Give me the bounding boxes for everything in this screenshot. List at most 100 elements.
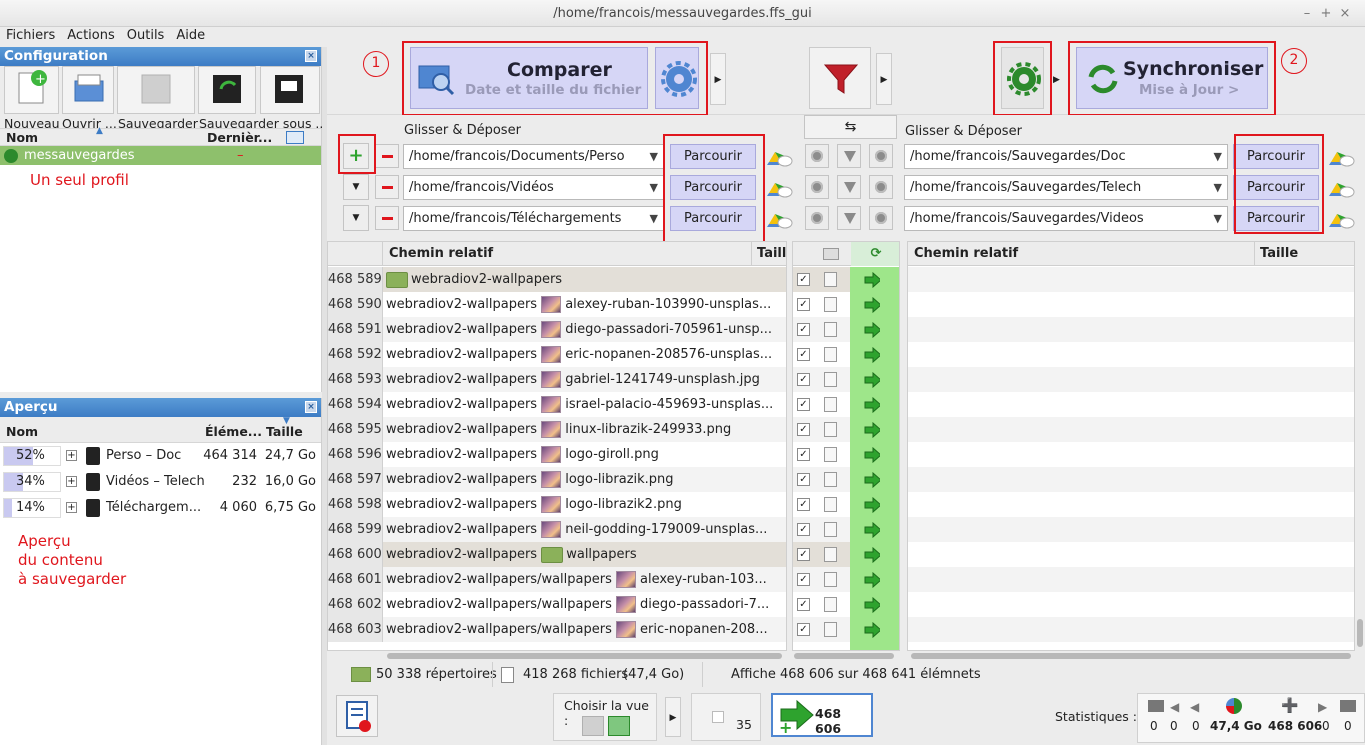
chevron-down-icon[interactable]: ▼	[650, 176, 658, 199]
include-checkbox[interactable]: ✓	[797, 573, 810, 586]
config-close-icon[interactable]: ×	[305, 50, 317, 62]
sync-settings-button[interactable]	[1001, 47, 1044, 109]
swap-sides-button[interactable]: ⇆	[804, 115, 897, 139]
pair-menu-button[interactable]: ▼	[343, 205, 369, 231]
include-checkbox[interactable]: ✓	[797, 498, 810, 511]
table-row[interactable]: 468 595 webradiov2-wallpapers linux-libra…	[328, 417, 786, 442]
sync-action-cell[interactable]	[850, 267, 899, 292]
log-button[interactable]	[336, 695, 378, 737]
open-config-button[interactable]	[62, 66, 114, 114]
table-row[interactable]: 468 594 webradiov2-wallpapers israel-pala…	[328, 392, 786, 417]
filter-button[interactable]	[809, 47, 871, 109]
pair-filter-icon[interactable]	[837, 144, 861, 168]
table-row[interactable]: 468 592 webradiov2-wallpapers eric-nopane…	[328, 342, 786, 367]
filter-dropdown-button[interactable]: ▶	[876, 53, 892, 105]
include-checkbox[interactable]: ✓	[797, 323, 810, 336]
table-row[interactable]: 468 590 webradiov2-wallpapers alexey-ruba…	[328, 292, 786, 317]
compare-dropdown-button[interactable]: ▶	[710, 53, 726, 105]
right-cloud-drive-icon[interactable]	[1325, 177, 1355, 199]
save-config-button[interactable]	[117, 66, 195, 114]
sync-action-cell[interactable]	[850, 317, 899, 342]
right-path-input[interactable]: /home/francois/Sauvegardes/Telech ▼	[904, 175, 1228, 200]
right-col-relpath[interactable]: Chemin relatif	[914, 242, 1018, 266]
remove-pair-button[interactable]	[375, 144, 399, 168]
include-checkbox[interactable]: ✓	[797, 523, 810, 536]
view-compare-icon[interactable]	[582, 716, 604, 736]
menu-aide[interactable]: Aide	[170, 28, 211, 44]
table-row[interactable]: 468 591 webradiov2-wallpapers diego-passa…	[328, 317, 786, 342]
table-row[interactable]: 468 589 webradiov2-wallpapers	[328, 267, 786, 292]
sync-action-cell[interactable]	[850, 392, 899, 417]
right-cloud-drive-icon[interactable]	[1325, 146, 1355, 168]
sync-action-cell[interactable]	[850, 342, 899, 367]
include-checkbox[interactable]: ✓	[797, 398, 810, 411]
table-row-empty[interactable]	[908, 392, 1354, 417]
table-row-empty[interactable]	[908, 592, 1354, 617]
left-cloud-drive-icon[interactable]	[763, 177, 793, 199]
right-path-input[interactable]: /home/francois/Sauvegardes/Doc ▼	[904, 144, 1228, 169]
include-checkbox[interactable]: ✓	[797, 598, 810, 611]
chevron-down-icon[interactable]: ▼	[1214, 176, 1222, 199]
table-row-empty[interactable]	[908, 467, 1354, 492]
sync-action-cell[interactable]	[850, 592, 899, 617]
sync-action-cell[interactable]	[850, 367, 899, 392]
expand-icon[interactable]: +	[66, 450, 77, 461]
sync-action-cell[interactable]	[850, 292, 899, 317]
table-row[interactable]: 468 598 webradiov2-wallpapers logo-libraz…	[328, 492, 786, 517]
include-checkbox[interactable]: ✓	[797, 273, 810, 286]
view-sync-icon[interactable]	[608, 716, 630, 736]
pair-menu-button[interactable]: ▼	[343, 174, 369, 200]
view-dropdown-button[interactable]: ▶	[665, 697, 681, 737]
table-row-empty[interactable]	[908, 542, 1354, 567]
column-options-icon[interactable]	[286, 131, 304, 144]
new-config-button[interactable]: +	[4, 66, 59, 114]
table-row[interactable]: 468 593 webradiov2-wallpapers gabriel-124…	[328, 367, 786, 392]
left-hscroll-thumb[interactable]	[387, 653, 782, 659]
remove-pair-button[interactable]	[375, 206, 399, 230]
table-row-empty[interactable]	[908, 442, 1354, 467]
left-cloud-drive-icon[interactable]	[763, 208, 793, 230]
overview-row[interactable]: 52% + Perso – Doc 464 314 24,7 Go	[0, 443, 321, 469]
chevron-down-icon[interactable]: ▼	[650, 145, 658, 168]
col-name[interactable]: Nom	[6, 129, 38, 146]
pair-compare-settings-icon[interactable]	[805, 206, 829, 230]
table-row-empty[interactable]	[908, 367, 1354, 392]
include-checkbox[interactable]: ✓	[797, 348, 810, 361]
sync-action-cell[interactable]	[850, 492, 899, 517]
right-cloud-drive-icon[interactable]	[1325, 208, 1355, 230]
remove-pair-button[interactable]	[375, 175, 399, 199]
table-row[interactable]: 468 597 webradiov2-wallpapers logo-libraz…	[328, 467, 786, 492]
pair-sync-settings-icon[interactable]	[869, 175, 893, 199]
table-row-empty[interactable]	[908, 417, 1354, 442]
left-path-input[interactable]: /home/francois/Documents/Perso ▼	[403, 144, 664, 169]
include-checkbox[interactable]: ✓	[797, 298, 810, 311]
compare-settings-button[interactable]	[655, 47, 699, 109]
overview-close-icon[interactable]: ×	[305, 401, 317, 413]
profile-row[interactable]: messauvegardes –	[0, 146, 321, 165]
save-as-config-button[interactable]	[198, 66, 256, 114]
close-button[interactable]: ×	[1334, 0, 1356, 27]
overview-row[interactable]: 34% + Vidéos – Telech 232 16,0 Go	[0, 469, 321, 495]
right-hscroll-track[interactable]	[907, 651, 1355, 661]
sync-action-column-icon[interactable]: ⟳	[851, 242, 899, 266]
table-row-empty[interactable]	[908, 267, 1354, 292]
vscroll-thumb[interactable]	[1357, 619, 1363, 647]
menu-actions[interactable]: Actions	[61, 28, 121, 44]
middle-hscroll-track[interactable]	[792, 651, 900, 661]
chevron-down-icon[interactable]: ▼	[1214, 145, 1222, 168]
table-row[interactable]: 468 603 webradiov2-wallpapers/wallpapers …	[328, 617, 786, 642]
table-row-empty[interactable]	[908, 292, 1354, 317]
include-checkbox[interactable]: ✓	[797, 373, 810, 386]
menu-fichiers[interactable]: Fichiers	[0, 28, 61, 44]
table-row[interactable]: 468 599 webradiov2-wallpapers neil-goddin…	[328, 517, 786, 542]
table-row[interactable]: 468 600 webradiov2-wallpapers wallpapers	[328, 542, 786, 567]
pair-sync-settings-icon[interactable]	[869, 206, 893, 230]
table-row[interactable]: 468 602 webradiov2-wallpapers/wallpapers …	[328, 592, 786, 617]
pair-filter-icon[interactable]	[837, 206, 861, 230]
table-row-empty[interactable]	[908, 617, 1354, 642]
left-path-input[interactable]: /home/francois/Téléchargements ▼	[403, 206, 664, 231]
include-checkbox[interactable]: ✓	[797, 623, 810, 636]
pair-filter-icon[interactable]	[837, 175, 861, 199]
excluded-filter-button[interactable]: 35	[691, 693, 761, 741]
table-row[interactable]: 468 601 webradiov2-wallpapers/wallpapers …	[328, 567, 786, 592]
